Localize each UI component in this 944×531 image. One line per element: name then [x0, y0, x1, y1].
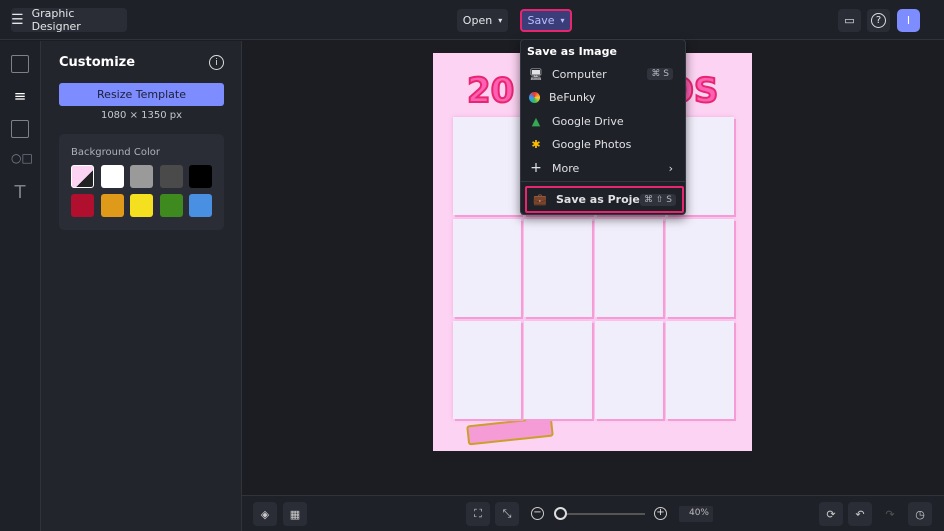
history-icon: ◷ — [915, 507, 925, 521]
menu-item-label: Google Photos — [552, 137, 632, 151]
menu-item-google-photos[interactable]: ✱ Google Photos — [529, 133, 679, 155]
template-size: 1080 × 1350 px — [100, 110, 183, 121]
chevron-down-icon: ▾ — [560, 16, 565, 25]
text-icon[interactable]: T — [11, 182, 29, 203]
shortcut: ⌘ ⇧ S — [640, 193, 676, 206]
menu-item-label: BeFunky — [549, 90, 596, 104]
color-swatch[interactable] — [71, 165, 94, 188]
help-button[interactable]: ? — [867, 9, 890, 32]
undo-button[interactable]: ↶ — [848, 502, 872, 526]
hamburger-icon: ☰ — [11, 12, 24, 28]
photo-frame[interactable] — [595, 321, 663, 419]
poster-title-left: 20 — [466, 70, 515, 112]
background-color-card: Background Color — [59, 134, 224, 230]
layout-icon[interactable] — [11, 120, 29, 138]
books-decoration — [466, 416, 554, 446]
color-swatch[interactable] — [159, 194, 183, 217]
zoom-level[interactable]: 40% — [679, 506, 713, 522]
color-swatch[interactable] — [189, 165, 212, 188]
redo-button[interactable]: ↷ — [878, 502, 902, 526]
menu-item-label: Save as Project — [556, 193, 652, 206]
photo-frame[interactable] — [453, 321, 521, 419]
app-title: Graphic Designer — [31, 7, 81, 33]
menu-item-label: Google Drive — [552, 114, 624, 128]
shortcut: ⌘ S — [647, 68, 673, 80]
top-bar: ☰ Graphic Designer Open ▾ Save ▾ ▭ ? I — [0, 0, 944, 40]
shapes-icon[interactable]: ○□ — [11, 151, 33, 169]
monitor-icon: 🖥 — [529, 67, 543, 81]
menu-section-title: Save as Image — [527, 45, 617, 58]
chevron-down-icon: ▾ — [498, 16, 503, 25]
zoom-slider[interactable] — [555, 513, 645, 515]
panel-title: Customize — [59, 55, 136, 70]
history-button[interactable]: ◷ — [908, 502, 932, 526]
menu-item-more[interactable]: + More › — [529, 157, 679, 179]
menu-divider — [521, 181, 685, 182]
photo-frame[interactable] — [666, 219, 734, 317]
color-swatch[interactable] — [189, 194, 212, 217]
save-button[interactable]: Save ▾ — [520, 9, 572, 32]
sliders-icon[interactable]: ≡ — [11, 87, 29, 105]
background-color-label: Background Color — [71, 147, 160, 158]
expand-icon: ⛶ — [474, 507, 482, 520]
fit-screen-button[interactable]: ⛶ — [466, 502, 490, 526]
photo-frame[interactable] — [595, 219, 663, 317]
avatar[interactable]: I — [897, 9, 920, 32]
customize-panel: Customize i Resize Template 1080 × 1350 … — [41, 41, 242, 531]
photo-frame[interactable] — [453, 117, 521, 215]
info-icon[interactable]: i — [209, 55, 224, 70]
color-swatch[interactable] — [71, 194, 94, 217]
layers-button[interactable]: ◈ — [253, 502, 277, 526]
photo-frame[interactable] — [524, 219, 592, 317]
google-drive-icon: ▲ — [531, 114, 541, 128]
tool-rail: ≡ ○□ T — [0, 41, 41, 531]
menu-item-befunky[interactable]: BeFunky — [529, 86, 679, 108]
comment-icon: ▭ — [844, 14, 855, 27]
grid-icon: ▦ — [289, 507, 301, 521]
color-swatch[interactable] — [130, 165, 153, 188]
google-photos-icon: ✱ — [531, 137, 541, 151]
layers-icon: ◈ — [260, 507, 270, 521]
grid-button[interactable]: ▦ — [283, 502, 307, 526]
app-menu-button[interactable]: ☰ Graphic Designer — [11, 7, 127, 33]
reset-button[interactable]: ⟳ — [819, 502, 843, 526]
befunky-icon — [529, 91, 540, 103]
menu-item-label: Computer — [552, 67, 607, 81]
undo-icon: ↶ — [855, 507, 865, 521]
color-swatch[interactable] — [100, 194, 124, 217]
help-icon: ? — [871, 13, 886, 28]
redo-icon: ↷ — [885, 507, 895, 521]
zoom-in-icon[interactable]: + — [654, 507, 667, 520]
color-swatch[interactable] — [130, 194, 153, 217]
comments-button[interactable]: ▭ — [838, 9, 861, 32]
color-swatch[interactable] — [159, 165, 183, 188]
open-label: Open — [462, 14, 493, 27]
photo-frame[interactable] — [453, 219, 521, 317]
shrink-icon: ⤡ — [502, 507, 512, 520]
shrink-button[interactable]: ⤡ — [495, 502, 519, 526]
menu-item-save-as-project[interactable]: 💼 Save as Project ⌘ ⇧ S — [525, 186, 684, 213]
save-label: Save — [527, 14, 555, 27]
menu-item-google-drive[interactable]: ▲ Google Drive — [529, 110, 679, 132]
photo-frame[interactable] — [524, 321, 592, 419]
open-button[interactable]: Open ▾ — [457, 9, 508, 32]
image-icon[interactable] — [11, 55, 29, 73]
menu-item-label: More — [552, 161, 580, 175]
menu-item-computer[interactable]: 🖥 Computer ⌘ S — [529, 63, 679, 85]
bottom-toolbar: ◈ ▦ ⛶ ⤡ − + 40% ⟳ ↶ ↷ ◷ — [242, 495, 944, 531]
save-dropdown-menu: Save as Image 🖥 Computer ⌘ S BeFunky ▲ Goog… — [520, 39, 686, 215]
plus-icon: + — [530, 160, 542, 176]
resize-template-button[interactable]: Resize Template — [59, 83, 224, 106]
zoom-out-icon[interactable]: − — [531, 507, 544, 520]
refresh-icon: ⟳ — [826, 507, 836, 521]
chevron-right-icon: › — [668, 161, 673, 175]
zoom-slider-handle[interactable] — [553, 507, 567, 520]
photo-frame[interactable] — [666, 321, 734, 419]
briefcase-icon: 💼 — [533, 193, 547, 206]
color-swatch[interactable] — [100, 165, 124, 188]
